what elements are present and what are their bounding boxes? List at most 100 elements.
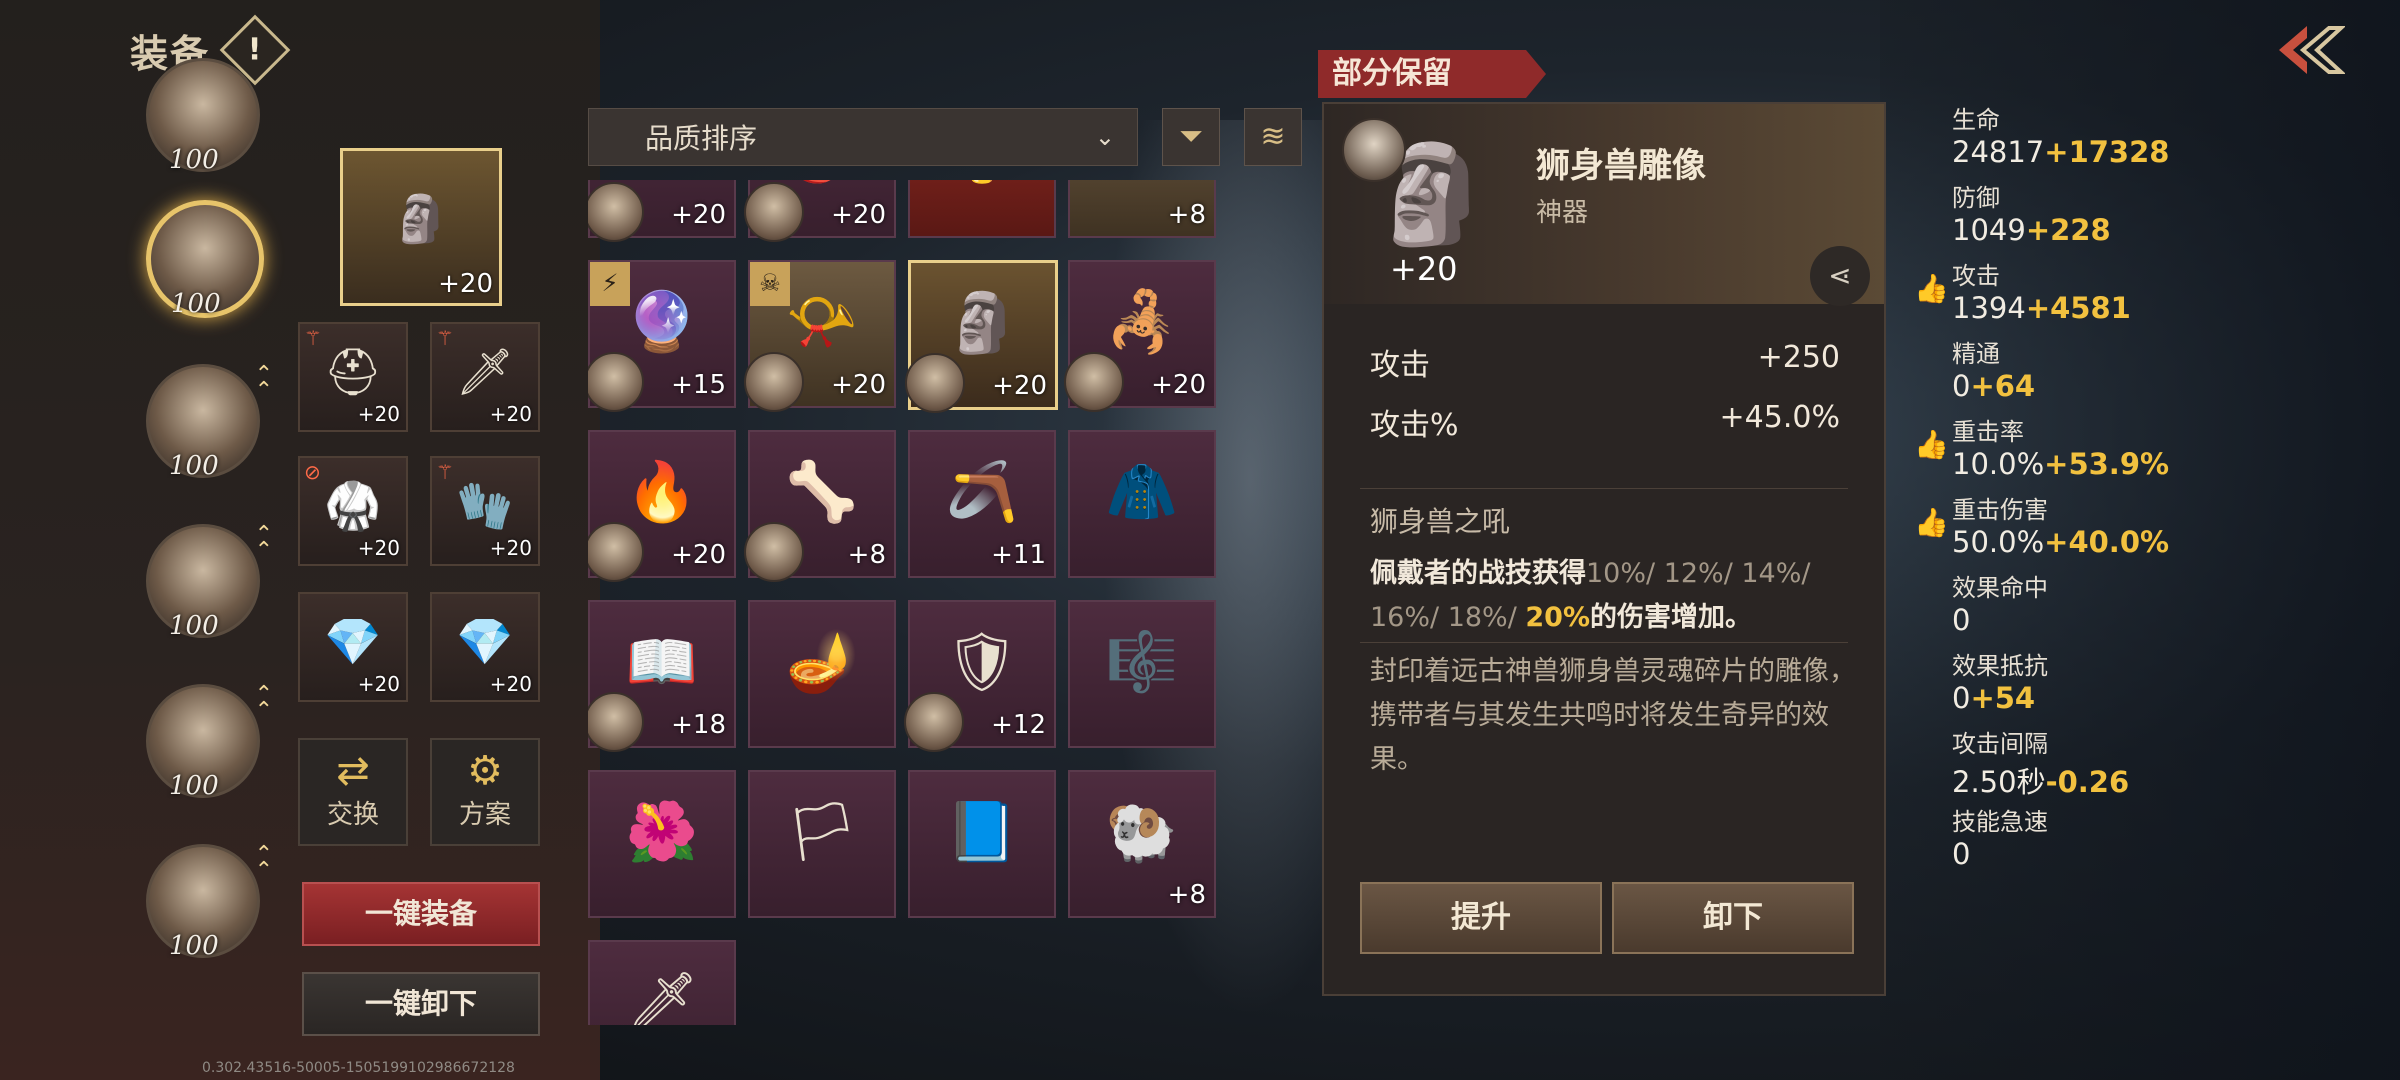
stat-value: +250 xyxy=(1757,340,1840,375)
back-button[interactable] xyxy=(2269,20,2347,80)
hero-portrait-1[interactable]: 100 xyxy=(146,58,260,175)
exchange-button[interactable]: ⇄ 交换 xyxy=(298,738,408,846)
gauntlet-slot[interactable]: ⚚ 🧤 +20 xyxy=(430,456,540,566)
inventory-item[interactable]: 🧥 xyxy=(1068,430,1216,578)
partial-keep-tab[interactable]: 部分保留 xyxy=(1318,50,1546,98)
item-lore: 封印着远古神兽狮身兽灵魂碎片的雕像，携带者与其发生共鸣时将发生奇异的效果。 xyxy=(1370,656,1856,775)
item-icon: 🦂 xyxy=(1105,287,1179,356)
stat-values: 2.50秒-0.26 xyxy=(1952,759,2252,801)
enhance-level: +12 xyxy=(991,710,1046,740)
armor-slot[interactable]: ⊘ 🥋 +20 xyxy=(298,456,408,566)
filter-icon: ⏷ xyxy=(1179,119,1203,154)
stat-name: 技能急速 xyxy=(1952,808,2048,836)
share-button[interactable]: ⋖ xyxy=(1810,246,1870,306)
hero-portrait-4[interactable]: 100 ⌃ ⌃ xyxy=(146,524,273,641)
enhance-level: +20 xyxy=(489,536,532,560)
upgrade-arrow-icon: ⌃ ⌃ xyxy=(254,682,273,723)
stat-base: 0 xyxy=(1952,603,1971,637)
hero-portrait-5[interactable]: 100 ⌃ ⌃ xyxy=(146,684,273,801)
filter-button[interactable]: ⏷ xyxy=(1162,108,1220,166)
inventory-item[interactable]: 🔱 xyxy=(908,180,1056,238)
inventory-item[interactable]: 📘 xyxy=(908,770,1056,918)
enhance-level: +18 xyxy=(671,710,726,740)
inventory-item[interactable]: 📖 +18 xyxy=(588,600,736,752)
trident-icon: ⚚ xyxy=(436,326,454,350)
hero-portrait-3[interactable]: 100 ⌃ ⌃ xyxy=(146,364,273,481)
owner-avatar xyxy=(588,182,644,242)
inventory-item[interactable]: 🔥 +20 xyxy=(588,430,736,582)
trident-icon: ⚚ xyxy=(436,460,454,484)
stat-row: 👍 攻击 1394+4581 xyxy=(1914,256,2252,325)
inventory-item[interactable]: 🪃 +11 xyxy=(908,430,1056,578)
enhance-level: +20 xyxy=(831,200,886,230)
stat-base: 1394 xyxy=(1952,291,2026,325)
inventory-item[interactable]: 🗡 xyxy=(588,940,736,1025)
stat-base: 50.0% xyxy=(1952,525,2045,559)
unequip-button[interactable]: 卸下 xyxy=(1612,882,1854,954)
stat-values: 10.0%+53.9% xyxy=(1952,447,2252,481)
build-version: 0.302.43516-50005-1505199102986672128 xyxy=(202,1060,515,1076)
inventory-item[interactable]: 🗿 +20 xyxy=(905,260,1058,413)
upgrade-button[interactable]: 提升 xyxy=(1360,882,1602,954)
gem-slot-2[interactable]: 💎 +20 xyxy=(430,592,540,702)
inventory-item[interactable]: 🪔 xyxy=(748,600,896,748)
item-icon: 🛡 xyxy=(945,627,1019,696)
chevron-down-icon: ⌄ xyxy=(1094,123,1115,151)
hero-level: 100 xyxy=(169,931,219,961)
item-icon: 🪔 xyxy=(785,627,859,696)
inventory-item[interactable]: 🦴 +8 xyxy=(744,430,896,582)
enhance-level: +20 xyxy=(357,672,400,696)
item-icon: 🎼 xyxy=(1105,627,1179,696)
gem-slot-1[interactable]: 💎 +20 xyxy=(298,592,408,702)
enhance-level: +20 xyxy=(438,269,493,299)
item-icon: 🌺 xyxy=(625,797,699,866)
owner-avatar xyxy=(905,353,965,413)
preset-button[interactable]: ⚙ 方案 xyxy=(430,738,540,846)
enhance-level: +8 xyxy=(1167,200,1206,230)
stat-row: 生命 24817+17328 xyxy=(1952,100,2252,169)
stat-row: 效果抵抗 0+54 xyxy=(1952,646,2252,715)
artifact-slot[interactable]: 🗿 +20 xyxy=(340,148,502,306)
unequip-all-button[interactable]: 一键卸下 xyxy=(302,972,540,1036)
hero-portrait-6[interactable]: 100 ⌃ ⌃ xyxy=(146,844,273,961)
weapon-slot[interactable]: ⚚ 🗡 +20 xyxy=(430,322,540,432)
inventory-item[interactable]: 🎼 xyxy=(1068,600,1216,748)
equip-all-button[interactable]: 一键装备 xyxy=(302,882,540,946)
inventory-grid: ⚜ +20 👺 +20 🔱 ❄ +8 🔮⚡ +15 📯☠ +20 🗿 +20 🦂 +20 🔥 +20 🦴 +8 🪃 +1… xyxy=(588,180,1228,1025)
stat-values: 24817+17328 xyxy=(1952,135,2252,169)
stat-name: 攻击 xyxy=(1952,262,2000,290)
item-icon: 👺 xyxy=(786,180,858,187)
inventory-item[interactable]: ❄ +8 xyxy=(1068,180,1216,238)
back-arrow-icon xyxy=(2279,26,2347,74)
item-icon: 📯 xyxy=(785,287,859,356)
stat-base: 10.0% xyxy=(1952,447,2045,481)
inventory-item[interactable]: 🏳 xyxy=(748,770,896,918)
thumbs-up-icon: 👍 xyxy=(1914,272,1949,305)
stat-row: 攻击间隔 2.50秒-0.26 xyxy=(1952,724,2252,801)
gauntlet-icon: 🧤 xyxy=(456,478,514,533)
stat-name: 精通 xyxy=(1952,340,2000,368)
inventory-item[interactable]: 🛡 +12 xyxy=(904,600,1056,752)
trident-icon: ⚚ xyxy=(304,326,322,350)
inventory-item[interactable]: 📯 ☠ +20 xyxy=(744,260,896,412)
stat-bonus: +53.9% xyxy=(2044,447,2170,481)
inventory-item[interactable]: 👺 +20 xyxy=(744,180,896,242)
hero-portrait-2[interactable]: 100 xyxy=(146,200,264,319)
inventory-item[interactable]: 🦂 +20 xyxy=(1064,260,1216,412)
stat-values: 1394+4581 xyxy=(1952,291,2252,325)
skill-desc-suffix: 的伤害增加。 xyxy=(1590,602,1753,633)
scroll-button[interactable]: ≋ xyxy=(1244,108,1302,166)
inventory-item[interactable]: 🌺 xyxy=(588,770,736,918)
inventory-item[interactable]: 🐏 +8 xyxy=(1068,770,1216,918)
item-icon: 🐏 xyxy=(1105,797,1179,866)
set-badge-icon: ☠ xyxy=(750,262,790,306)
enhance-level: +20 xyxy=(1390,250,1458,288)
inventory-item[interactable]: 🔮 ⚡ +15 xyxy=(588,260,736,412)
sort-dropdown[interactable]: 品质排序 ⌄ xyxy=(588,108,1138,166)
hero-level: 100 xyxy=(171,289,221,319)
item-icon: ⚜ xyxy=(636,180,688,186)
enhance-level: +20 xyxy=(992,371,1047,401)
helmet-slot[interactable]: ⚚ ⛑ +20 xyxy=(298,322,408,432)
inventory-item[interactable]: ⚜ +20 xyxy=(588,180,736,242)
item-detail-header: 🗿 +20 狮身兽雕像 神器 ⋖ xyxy=(1324,104,1884,306)
